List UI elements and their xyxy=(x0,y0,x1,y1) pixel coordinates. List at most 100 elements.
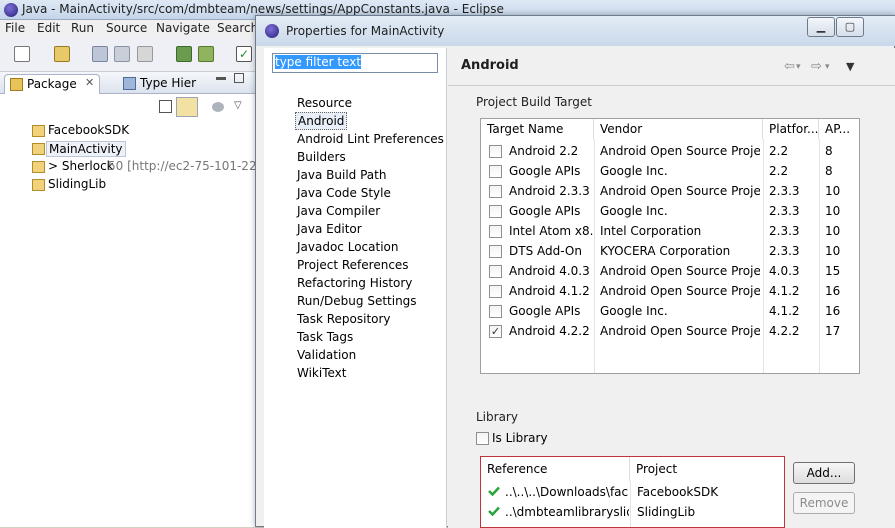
build-target-group-label: Project Build Target xyxy=(476,95,592,109)
build-target-row[interactable]: Android 4.0.3 Android Open Source Project… xyxy=(481,261,859,281)
build-target-row[interactable]: Android 2.2 Android Open Source Project 2.… xyxy=(481,141,859,161)
target-api: 17 xyxy=(825,324,841,338)
target-checkbox[interactable] xyxy=(489,225,502,238)
checkbox-tool-icon[interactable]: ✓ xyxy=(236,46,252,62)
column-api[interactable]: AP... xyxy=(819,119,859,139)
dialog-title-bar: Properties for MainActivity ▁ ▢ xyxy=(256,16,895,46)
nav-item-java-code-style[interactable]: Java Code Style xyxy=(295,185,393,203)
build-target-row[interactable]: Android 4.1.2 Android Open Source Project… xyxy=(481,281,859,301)
target-vendor: Android Open Source Project xyxy=(600,144,760,158)
menu-run[interactable]: Run xyxy=(71,21,94,35)
build-target-row[interactable]: Google APIs Google Inc. 2.3.3 10 xyxy=(481,201,859,221)
build-target-row[interactable]: ✓ Android 4.2.2 Android Open Source Projec… xyxy=(481,321,859,341)
target-vendor: Android Open Source Project xyxy=(600,284,760,298)
library-reference-table: Reference Project ..\..\..\Downloads\fac… xyxy=(480,456,785,528)
build-target-row[interactable]: Google APIs Google Inc. 2.2 8 xyxy=(481,161,859,181)
tab-type-hierarchy[interactable]: Type Hier xyxy=(118,74,204,94)
page-title: Android xyxy=(461,58,519,73)
target-vendor: KYOCERA Corporation xyxy=(600,244,731,258)
target-vendor: Android Open Source Project xyxy=(600,324,760,338)
build-target-row[interactable]: DTS Add-On KYOCERA Corporation 2.3.3 10 xyxy=(481,241,859,261)
nav-item-project-references[interactable]: Project References xyxy=(295,257,411,275)
target-api: 10 xyxy=(825,204,841,218)
download-icon[interactable] xyxy=(176,46,192,62)
column-target-name[interactable]: Target Name xyxy=(481,119,594,139)
nav-item-java-editor[interactable]: Java Editor xyxy=(295,221,364,239)
maximize-view-icon[interactable] xyxy=(234,73,244,83)
maximize-button[interactable]: ▢ xyxy=(836,17,864,37)
build-target-row[interactable]: Google APIs Google Inc. 4.1.2 16 xyxy=(481,301,859,321)
nav-item-refactoring-history[interactable]: Refactoring History xyxy=(295,275,414,293)
chevron-down-icon[interactable]: ▾ xyxy=(796,62,801,72)
build-target-row[interactable]: Intel Atom x8... Intel Corporation 2.3.3 10 xyxy=(481,221,859,241)
menu-source[interactable]: Source xyxy=(106,21,147,35)
save-icon[interactable] xyxy=(92,46,108,62)
nav-item-javadoc-location[interactable]: Javadoc Location xyxy=(295,239,400,257)
is-library-check[interactable] xyxy=(476,432,489,445)
nav-item-java-compiler[interactable]: Java Compiler xyxy=(295,203,382,221)
build-target-table: Target Name Vendor Platfor... AP... Andr… xyxy=(480,118,860,374)
view-menu-icon[interactable]: ▽ xyxy=(234,100,242,111)
menu-edit[interactable]: Edit xyxy=(37,21,60,35)
target-name: Google APIs xyxy=(509,164,581,178)
column-platform[interactable]: Platfor... xyxy=(763,119,819,139)
target-checkbox[interactable] xyxy=(489,265,502,278)
tab-package-explorer[interactable]: Package ✕ xyxy=(4,74,100,94)
new-file-icon[interactable] xyxy=(14,46,30,62)
library-project: FacebookSDK xyxy=(637,485,719,499)
target-checkbox[interactable] xyxy=(489,245,502,258)
forward-arrow-icon[interactable]: ⇨ xyxy=(811,59,822,74)
target-checkbox[interactable]: ✓ xyxy=(489,325,502,338)
target-checkbox[interactable] xyxy=(489,285,502,298)
nav-item-validation[interactable]: Validation xyxy=(295,347,358,365)
minimize-view-icon[interactable] xyxy=(216,77,226,80)
nav-item-resource[interactable]: Resource xyxy=(295,95,354,113)
build-target-row[interactable]: Android 2.3.3 Android Open Source Project… xyxy=(481,181,859,201)
target-checkbox[interactable] xyxy=(489,145,502,158)
nav-item-android[interactable]: Android xyxy=(295,112,348,130)
library-row[interactable]: ..\..\..\Downloads\fac... FacebookSDK xyxy=(481,482,784,502)
chevron-down-icon[interactable]: ▾ xyxy=(825,62,830,72)
print-icon[interactable] xyxy=(137,46,153,62)
nav-item-builders[interactable]: Builders xyxy=(295,149,348,167)
target-checkbox[interactable] xyxy=(489,185,502,198)
column-vendor[interactable]: Vendor xyxy=(594,119,763,139)
nav-item-task-repository[interactable]: Task Repository xyxy=(295,311,393,329)
filter-input[interactable]: type filter text xyxy=(272,53,438,73)
project-icon xyxy=(32,179,45,191)
view-toolbar: ▽ xyxy=(0,94,258,120)
library-project: SlidingLib xyxy=(637,505,696,519)
target-platform: 2.3.3 xyxy=(769,204,800,218)
target-checkbox[interactable] xyxy=(489,305,502,318)
target-checkbox[interactable] xyxy=(489,205,502,218)
back-arrow-icon[interactable]: ⇦ xyxy=(784,59,795,74)
close-icon[interactable]: ✕ xyxy=(85,76,94,89)
view-menu-icon[interactable]: ▼ xyxy=(846,60,854,73)
menu-file[interactable]: File xyxy=(5,21,25,35)
nav-item-android-lint[interactable]: Android Lint Preferences xyxy=(295,131,446,149)
android-sdk-icon[interactable] xyxy=(198,46,214,62)
target-checkbox[interactable] xyxy=(489,165,502,178)
collapse-all-icon[interactable] xyxy=(159,100,172,113)
add-library-button[interactable]: Add... xyxy=(793,462,855,484)
library-row[interactable]: ..\dmbteamlibraryslid... SlidingLib xyxy=(481,502,784,522)
new-package-icon[interactable] xyxy=(54,46,70,62)
nav-item-wikitext[interactable]: WikiText xyxy=(295,365,349,383)
tree-item-label: MainActivity xyxy=(46,141,126,157)
filters-icon[interactable] xyxy=(212,102,224,112)
minimize-button[interactable]: ▁ xyxy=(807,17,835,37)
save-all-icon[interactable] xyxy=(114,46,130,62)
remove-library-button[interactable]: Remove xyxy=(793,492,855,514)
target-platform: 4.0.3 xyxy=(769,264,800,278)
nav-item-java-build-path[interactable]: Java Build Path xyxy=(295,167,388,185)
nav-item-run-debug-settings[interactable]: Run/Debug Settings xyxy=(295,293,419,311)
check-icon xyxy=(488,506,500,516)
column-project[interactable]: Project xyxy=(630,457,784,481)
link-editor-icon[interactable] xyxy=(176,97,198,117)
eclipse-window-title: Java - MainActivity/src/com/dmbteam/news… xyxy=(22,2,504,16)
nav-item-task-tags[interactable]: Task Tags xyxy=(295,329,355,347)
menu-search[interactable]: Search xyxy=(217,21,258,35)
menu-navigate[interactable]: Navigate xyxy=(156,21,210,35)
is-library-checkbox[interactable]: Is Library xyxy=(476,430,576,448)
column-reference[interactable]: Reference xyxy=(481,457,630,481)
